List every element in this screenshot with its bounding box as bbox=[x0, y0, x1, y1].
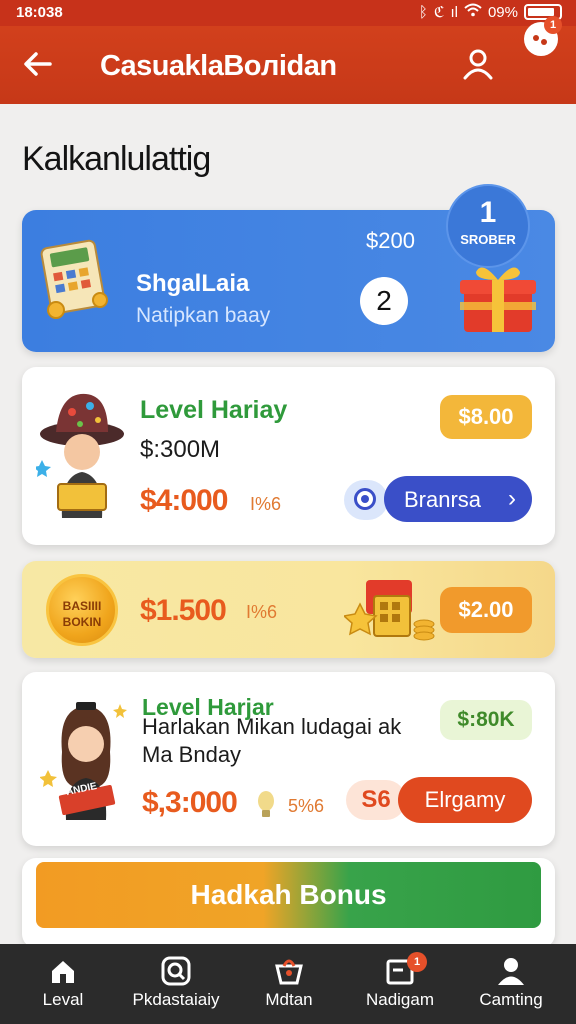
level2-line1: Harlakan Mikan ludagai ak bbox=[142, 714, 402, 739]
coin-amount: $1.500 bbox=[140, 594, 227, 627]
app-bar: CasuaklaBoлidan bbox=[0, 26, 576, 104]
user-icon bbox=[463, 49, 493, 80]
level2-amount: $,3:000 bbox=[142, 786, 238, 819]
chevron-right-icon: › bbox=[508, 485, 516, 512]
reward-count: 2 bbox=[360, 277, 408, 325]
select-radio[interactable] bbox=[344, 480, 388, 520]
lightbulb-icon bbox=[258, 791, 274, 817]
coin-text-2: BOKIN bbox=[62, 615, 102, 629]
gift-box-icon[interactable] bbox=[458, 258, 538, 336]
card-subtitle: Natipkan baay bbox=[136, 304, 271, 327]
notification-badge: 1 bbox=[544, 16, 562, 34]
nav-label-inbox: Nadigam bbox=[365, 990, 435, 1009]
ring-toggle[interactable]: S6 bbox=[346, 780, 406, 820]
nav-item-account[interactable]: Camting bbox=[456, 944, 566, 1024]
girl-avatar-icon bbox=[40, 702, 127, 820]
nav-label-home: Leval bbox=[42, 990, 84, 1009]
coin-text-1: BASIIII bbox=[62, 599, 102, 613]
nav-label-account: Camting bbox=[479, 990, 543, 1009]
calculator-icon bbox=[40, 239, 108, 319]
signal-icon: ıl bbox=[450, 3, 458, 21]
nav-item-basket[interactable]: Mdtan bbox=[234, 944, 344, 1024]
claim-bonus-button[interactable]: Hadkah Bonus bbox=[36, 862, 541, 928]
wifi-icon bbox=[464, 3, 482, 21]
character-avatar-icon bbox=[36, 393, 124, 518]
level2-line2: Ma Bnday bbox=[142, 742, 242, 767]
level-badge: 1 SROBER bbox=[446, 184, 530, 268]
browse-button-label: Branrsa bbox=[404, 487, 482, 512]
nav-item-home[interactable]: Leval bbox=[8, 944, 118, 1024]
status-bar: 18:038 ᛒ ℭ ıl 09% bbox=[0, 0, 576, 26]
bottom-navigation: Leval Pkdastaiaiy Mdtan 1 Nadigam Camtin… bbox=[0, 944, 576, 1024]
level2-price-badge: $:80K bbox=[440, 700, 532, 740]
arrow-left-icon bbox=[24, 52, 52, 76]
nav-label-basket: Mdtan bbox=[265, 990, 313, 1009]
app-title: CasuaklaBoлidan bbox=[100, 50, 337, 82]
back-button[interactable] bbox=[20, 46, 56, 82]
amount-unit: I%6 bbox=[250, 494, 282, 514]
level-subtitle: $:300M bbox=[140, 436, 221, 463]
cash-register-icon bbox=[344, 580, 435, 641]
status-time: 18:038 bbox=[16, 4, 63, 21]
price-badge: $8.00 bbox=[440, 395, 532, 439]
reward-amount: $200 bbox=[366, 228, 415, 253]
profile-button[interactable] bbox=[460, 46, 496, 82]
coin-badge-icon: BASIIII BOKIN bbox=[46, 574, 118, 646]
level-title: Level Hariay bbox=[140, 396, 288, 424]
search-icon bbox=[161, 956, 191, 986]
nav-badge: 1 bbox=[407, 952, 427, 972]
browse-button[interactable]: Branrsa › bbox=[384, 476, 532, 522]
badge-number: 1 bbox=[479, 196, 497, 229]
level2-unit: 5%6 bbox=[288, 796, 325, 816]
battery-percent: 09% bbox=[487, 3, 518, 21]
badge-text: SROBER bbox=[460, 232, 516, 247]
basket-icon bbox=[275, 959, 303, 985]
coin-amount-unit: I%6 bbox=[246, 602, 278, 622]
status-icons: ᛒ ℭ ıl 09% bbox=[419, 3, 562, 21]
nav-item-inbox[interactable]: 1 Nadigam bbox=[345, 944, 455, 1024]
nav-item-search[interactable]: Pkdastaiaiy bbox=[121, 944, 231, 1024]
vibrate-icon: ℭ bbox=[433, 4, 445, 21]
bluetooth-icon: ᛒ bbox=[418, 3, 428, 21]
coin-price-badge: $2.00 bbox=[440, 587, 532, 633]
home-icon bbox=[52, 961, 74, 983]
level-amount: $4:000 bbox=[140, 484, 228, 517]
card-title: ShgalLaia bbox=[136, 270, 250, 297]
section-title: Kalkanlulattig bbox=[22, 140, 211, 178]
nav-label-search: Pkdastaiaiy bbox=[132, 990, 220, 1009]
energy-button[interactable]: Elrgamy bbox=[398, 777, 532, 823]
person-icon bbox=[498, 958, 524, 985]
